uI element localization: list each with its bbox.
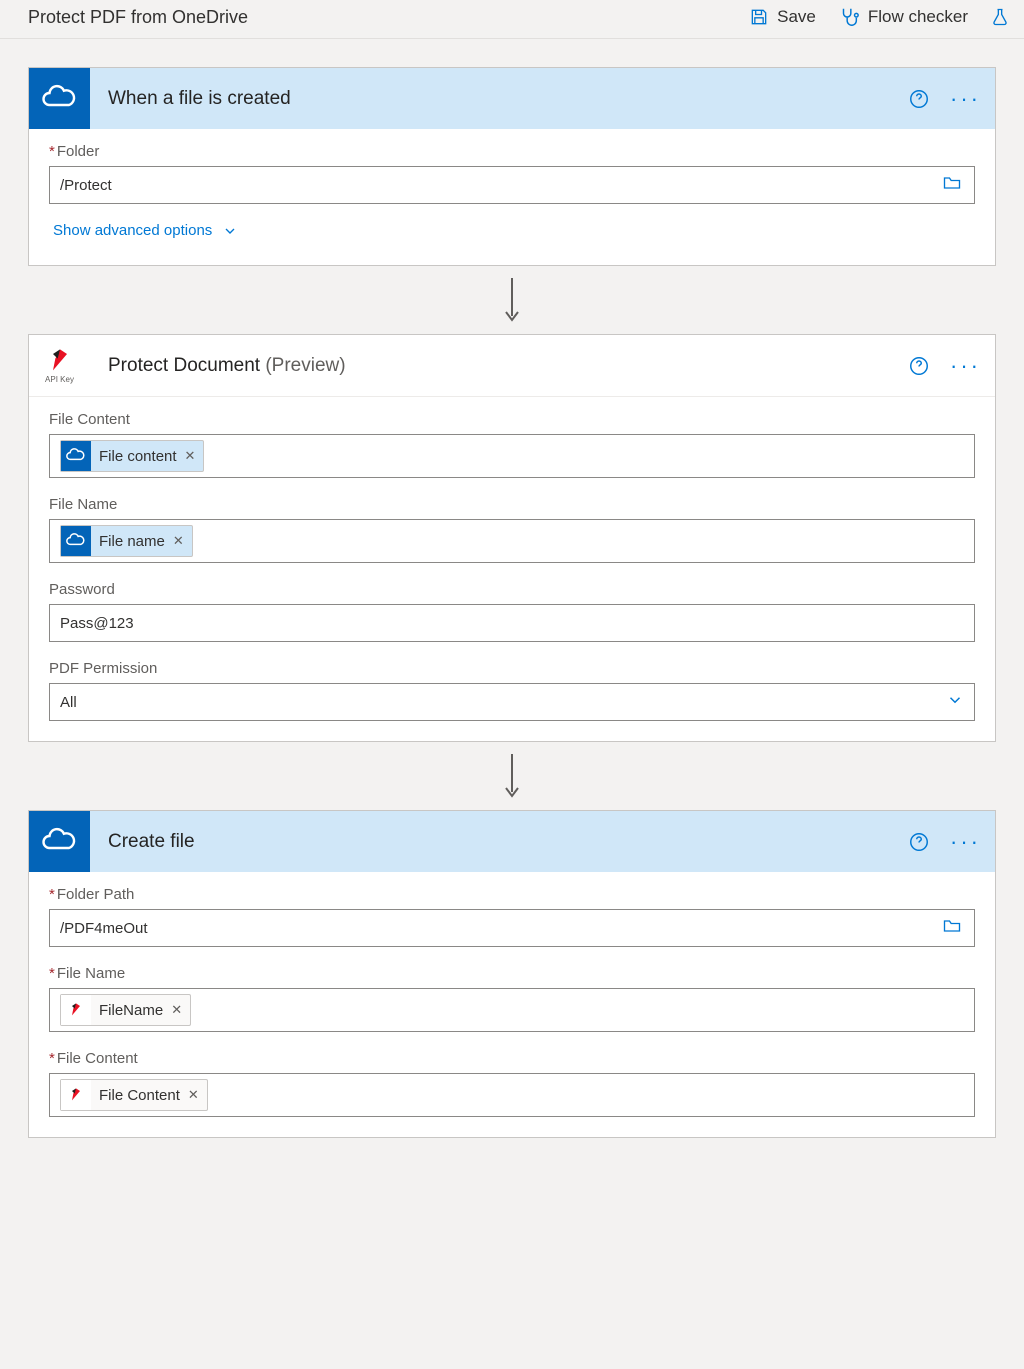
create-file-body: *Folder Path /PDF4meOut *File Name xyxy=(29,872,995,1137)
file-name-token[interactable]: FileName ✕ xyxy=(60,994,191,1026)
more-icon[interactable]: ··· xyxy=(950,829,981,855)
onedrive-icon xyxy=(29,68,90,129)
trigger-header[interactable]: When a file is created ··· xyxy=(29,68,995,129)
folder-path-field: *Folder Path /PDF4meOut xyxy=(49,886,975,947)
folder-field: *Folder /Protect xyxy=(49,143,975,204)
help-icon[interactable] xyxy=(908,355,930,377)
show-advanced-button[interactable]: Show advanced options xyxy=(49,222,238,239)
help-icon[interactable] xyxy=(908,88,930,110)
password-label: Password xyxy=(49,581,975,598)
password-input[interactable]: Pass@123 xyxy=(49,604,975,642)
trigger-title: When a file is created xyxy=(90,88,908,110)
folder-path-value: /PDF4meOut xyxy=(60,920,148,937)
onedrive-icon xyxy=(61,526,91,556)
cf-file-content-field: *File Content File Content ✕ xyxy=(49,1050,975,1117)
file-content-field: File Content File content ✕ xyxy=(49,411,975,478)
flow-canvas: When a file is created ··· *Folder /Prot… xyxy=(0,39,1024,1166)
chevron-down-icon xyxy=(222,223,238,239)
folder-value: /Protect xyxy=(60,177,112,194)
folder-picker-icon[interactable] xyxy=(940,916,964,940)
apikey-icon: API Key xyxy=(29,335,90,396)
password-field: Password Pass@123 xyxy=(49,581,975,642)
protect-body: File Content File content ✕ File Name xyxy=(29,397,995,741)
protect-title: Protect Document (Preview) xyxy=(90,355,908,377)
help-icon[interactable] xyxy=(908,831,930,853)
file-name-field: File Name File name ✕ xyxy=(49,496,975,563)
file-content-label: File Content xyxy=(49,411,975,428)
file-name-input[interactable]: File name ✕ xyxy=(49,519,975,563)
permission-value: All xyxy=(60,694,77,711)
test-button[interactable] xyxy=(990,6,1010,28)
permission-select[interactable]: All xyxy=(49,683,975,721)
token-remove-icon[interactable]: ✕ xyxy=(185,448,196,464)
onedrive-icon xyxy=(29,811,90,872)
create-file-card: Create file ··· *Folder Path /PDF4meOut xyxy=(28,810,996,1138)
token-remove-icon[interactable]: ✕ xyxy=(173,533,184,549)
file-content-token[interactable]: File Content ✕ xyxy=(60,1079,208,1111)
cf-file-content-input[interactable]: File Content ✕ xyxy=(49,1073,975,1117)
cf-file-content-label: *File Content xyxy=(49,1050,975,1067)
preview-tag: (Preview) xyxy=(265,355,345,376)
protect-card: API Key Protect Document (Preview) ··· F… xyxy=(28,334,996,742)
create-file-title: Create file xyxy=(90,831,908,853)
file-content-input[interactable]: File content ✕ xyxy=(49,434,975,478)
chevron-down-icon[interactable] xyxy=(946,691,964,713)
stethoscope-icon xyxy=(838,6,860,28)
onedrive-icon xyxy=(61,441,91,471)
save-button[interactable]: Save xyxy=(749,7,816,27)
connector-arrow xyxy=(28,742,996,810)
save-icon xyxy=(749,7,769,27)
password-value: Pass@123 xyxy=(60,615,134,632)
more-icon[interactable]: ··· xyxy=(950,353,981,379)
cf-file-name-field: *File Name FileName ✕ xyxy=(49,965,975,1032)
file-name-label: File Name xyxy=(49,496,975,513)
permission-field: PDF Permission All xyxy=(49,660,975,721)
file-content-token[interactable]: File content ✕ xyxy=(60,440,204,472)
flow-checker-button[interactable]: Flow checker xyxy=(838,6,968,28)
protect-header[interactable]: API Key Protect Document (Preview) ··· xyxy=(29,335,995,397)
folder-label: *Folder xyxy=(49,143,975,160)
flow-title: Protect PDF from OneDrive xyxy=(28,7,749,28)
cf-file-name-input[interactable]: FileName ✕ xyxy=(49,988,975,1032)
apikey-icon xyxy=(61,1080,91,1110)
cf-file-name-label: *File Name xyxy=(49,965,975,982)
permission-label: PDF Permission xyxy=(49,660,975,677)
topbar-actions: Save Flow checker xyxy=(749,6,1010,28)
token-remove-icon[interactable]: ✕ xyxy=(171,1002,182,1018)
trigger-body: *Folder /Protect Show advanced options xyxy=(29,129,995,265)
save-label: Save xyxy=(777,7,816,27)
folder-path-input[interactable]: /PDF4meOut xyxy=(49,909,975,947)
more-icon[interactable]: ··· xyxy=(950,86,981,112)
connector-arrow xyxy=(28,266,996,334)
flask-icon xyxy=(990,6,1010,28)
show-advanced-label: Show advanced options xyxy=(53,222,212,239)
create-file-header[interactable]: Create file ··· xyxy=(29,811,995,872)
folder-path-label: *Folder Path xyxy=(49,886,975,903)
topbar: Protect PDF from OneDrive Save Flow chec… xyxy=(0,0,1024,39)
folder-picker-icon[interactable] xyxy=(940,173,964,197)
folder-input[interactable]: /Protect xyxy=(49,166,975,204)
file-name-token[interactable]: File name ✕ xyxy=(60,525,193,557)
trigger-card: When a file is created ··· *Folder /Prot… xyxy=(28,67,996,266)
flow-checker-label: Flow checker xyxy=(868,7,968,27)
apikey-icon xyxy=(61,995,91,1025)
token-remove-icon[interactable]: ✕ xyxy=(188,1087,199,1103)
